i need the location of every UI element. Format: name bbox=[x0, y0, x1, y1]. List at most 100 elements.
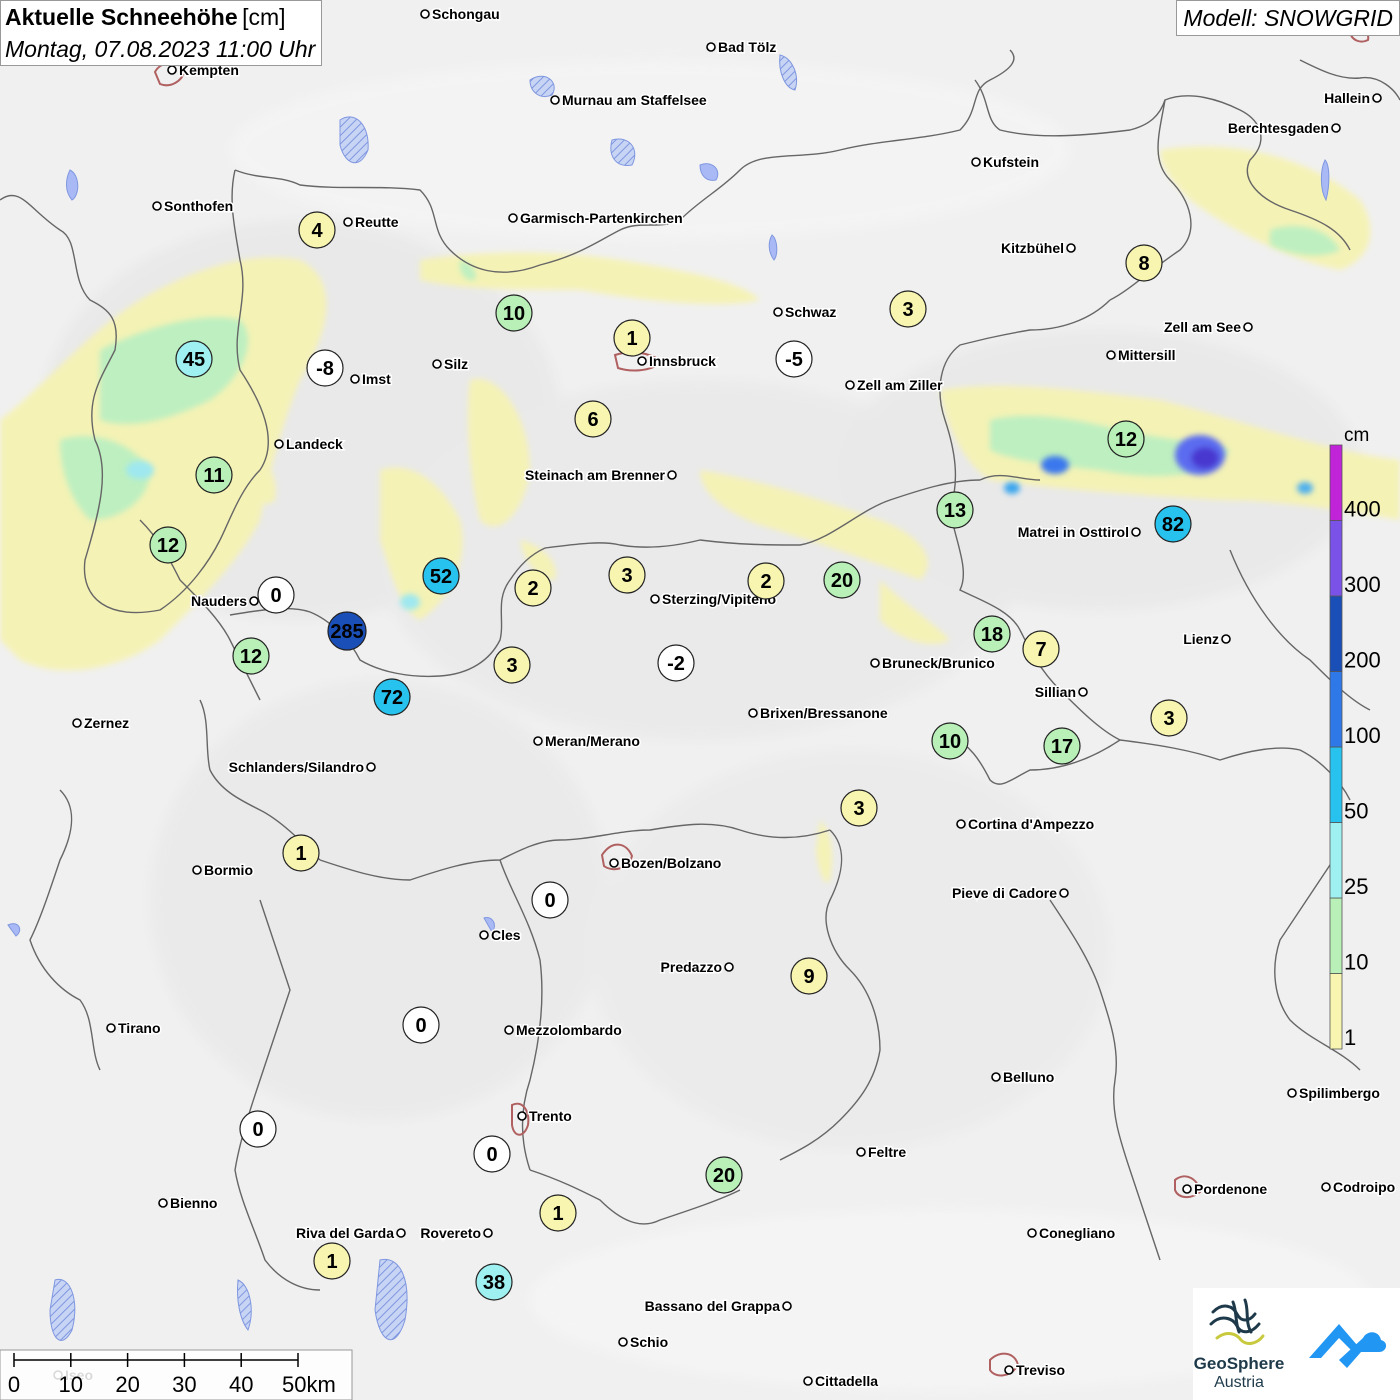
city-berchtesgaden: Berchtesgaden bbox=[1226, 119, 1341, 138]
city-label: Brixen/Bressanone bbox=[760, 705, 888, 721]
legend-swatch bbox=[1329, 671, 1343, 748]
city-marker-icon bbox=[483, 1228, 493, 1238]
station-value: 12 bbox=[240, 646, 262, 668]
station-badge: 1 bbox=[613, 319, 651, 357]
city-label: Nauders bbox=[191, 593, 247, 609]
city-label: Belluno bbox=[1003, 1069, 1054, 1085]
city-marker-icon bbox=[1027, 1228, 1037, 1238]
legend-label: 300 bbox=[1344, 572, 1381, 597]
station-value: 3 bbox=[506, 655, 517, 677]
city-marker-icon bbox=[706, 42, 716, 52]
city-spilimbergo: Spilimbergo bbox=[1287, 1084, 1381, 1103]
legend-swatch bbox=[1329, 520, 1343, 597]
city-murnau-am-staffelsee: Murnau am Staffelsee bbox=[550, 91, 708, 110]
city-label: Sillian bbox=[1035, 684, 1076, 700]
city-label: Kufstein bbox=[983, 154, 1039, 170]
city-marker-icon bbox=[1331, 123, 1341, 133]
station-badge: 1 bbox=[282, 834, 320, 872]
station-badge: 0 bbox=[402, 1006, 440, 1044]
station-badge: 52 bbox=[422, 557, 460, 595]
station-value: 45 bbox=[183, 349, 205, 371]
station-badge: 285 bbox=[327, 611, 367, 651]
city-label: Kitzbühel bbox=[1001, 240, 1064, 256]
station-badge: 0 bbox=[239, 1110, 277, 1148]
city-marker-icon bbox=[618, 1337, 628, 1347]
city-pieve-di-cadore: Pieve di Cadore bbox=[950, 884, 1069, 903]
city-landeck: Landeck bbox=[274, 435, 345, 454]
station-value: 0 bbox=[486, 1144, 497, 1166]
station-badge: 11 bbox=[195, 456, 233, 494]
city-marker-icon bbox=[249, 596, 259, 606]
station-badge: 12 bbox=[149, 526, 187, 564]
city-label: Bruneck/Brunico bbox=[882, 655, 995, 671]
legend-label: 1 bbox=[1344, 1025, 1356, 1050]
station-badge: 3 bbox=[840, 789, 878, 827]
city-marker-icon bbox=[167, 65, 177, 75]
city-schlanders-silandro: Schlanders/Silandro bbox=[227, 758, 376, 777]
city-marker-icon bbox=[1078, 687, 1088, 697]
city-schongau: Schongau bbox=[420, 5, 501, 24]
station-value: 3 bbox=[853, 798, 864, 820]
city-matrei-in-osttirol: Matrei in Osttirol bbox=[1016, 523, 1141, 542]
city-label: Feltre bbox=[868, 1144, 906, 1160]
city-marker-icon bbox=[432, 359, 442, 369]
station-badge: 82 bbox=[1154, 505, 1192, 543]
city-bad-t-lz: Bad Tölz bbox=[706, 38, 778, 57]
station-value: 285 bbox=[330, 621, 363, 643]
station-value: 10 bbox=[939, 731, 961, 753]
station-value: -5 bbox=[785, 349, 803, 371]
city-label: Bienno bbox=[170, 1195, 217, 1211]
city-label: Treviso bbox=[1016, 1362, 1065, 1378]
city-marker-icon bbox=[956, 819, 966, 829]
station-value: 38 bbox=[483, 1272, 505, 1294]
station-badge: 12 bbox=[1107, 420, 1145, 458]
station-value: 3 bbox=[621, 565, 632, 587]
city-marker-icon bbox=[1004, 1365, 1014, 1375]
map-title-unit: [cm] bbox=[242, 4, 286, 30]
city-label: Silz bbox=[444, 356, 468, 372]
station-badge: 45 bbox=[175, 340, 213, 378]
station-badge: 3 bbox=[608, 556, 646, 594]
city-marker-icon bbox=[508, 213, 518, 223]
city-marker-icon bbox=[724, 962, 734, 972]
city-label: Bassano del Grappa bbox=[645, 1298, 781, 1314]
legend-label: 400 bbox=[1344, 497, 1381, 522]
city-label: Schlanders/Silandro bbox=[229, 759, 364, 775]
cloud-mountain-logo-icon bbox=[1309, 1324, 1387, 1368]
city-label: Garmisch-Partenkirchen bbox=[520, 210, 683, 226]
city-cortina-d-ampezzo: Cortina d'Ampezzo bbox=[956, 815, 1096, 834]
city-label: Steinach am Brenner bbox=[525, 467, 666, 483]
station-value: 3 bbox=[902, 299, 913, 321]
station-value: 82 bbox=[1162, 514, 1184, 536]
city-marker-icon bbox=[1182, 1184, 1192, 1194]
city-label: Bozen/Bolzano bbox=[621, 855, 721, 871]
city-label: Spilimbergo bbox=[1299, 1085, 1380, 1101]
station-badge: 3 bbox=[1150, 699, 1188, 737]
station-value: -8 bbox=[316, 358, 334, 380]
city-sonthofen: Sonthofen bbox=[152, 197, 235, 216]
city-marker-icon bbox=[72, 718, 82, 728]
city-marker-icon bbox=[1131, 527, 1141, 537]
station-value: 13 bbox=[944, 500, 966, 522]
city-label: Zernez bbox=[84, 715, 129, 731]
station-badge: 1 bbox=[313, 1242, 351, 1280]
station-value: 6 bbox=[587, 409, 598, 431]
station-value: 7 bbox=[1035, 639, 1046, 661]
station-badge: 10 bbox=[931, 722, 969, 760]
city-conegliano: Conegliano bbox=[1027, 1224, 1117, 1243]
city-marker-icon bbox=[609, 858, 619, 868]
station-badge: 20 bbox=[823, 561, 861, 599]
station-value: 52 bbox=[430, 566, 452, 588]
city-label: Murnau am Staffelsee bbox=[562, 92, 707, 108]
station-badge: 0 bbox=[257, 576, 295, 614]
city-label: Codroipo bbox=[1333, 1179, 1395, 1195]
station-badge: 0 bbox=[473, 1135, 511, 1173]
station-badge: -5 bbox=[775, 340, 813, 378]
map-datetime: Montag, 07.08.2023 11:00 Uhr bbox=[5, 36, 316, 62]
city-label: Cortina d'Ampezzo bbox=[968, 816, 1094, 832]
city-marker-icon bbox=[1287, 1088, 1297, 1098]
station-value: 18 bbox=[981, 624, 1003, 646]
station-value: 9 bbox=[803, 966, 814, 988]
city-label: Zell am Ziller bbox=[857, 377, 943, 393]
city-marker-icon bbox=[856, 1147, 866, 1157]
